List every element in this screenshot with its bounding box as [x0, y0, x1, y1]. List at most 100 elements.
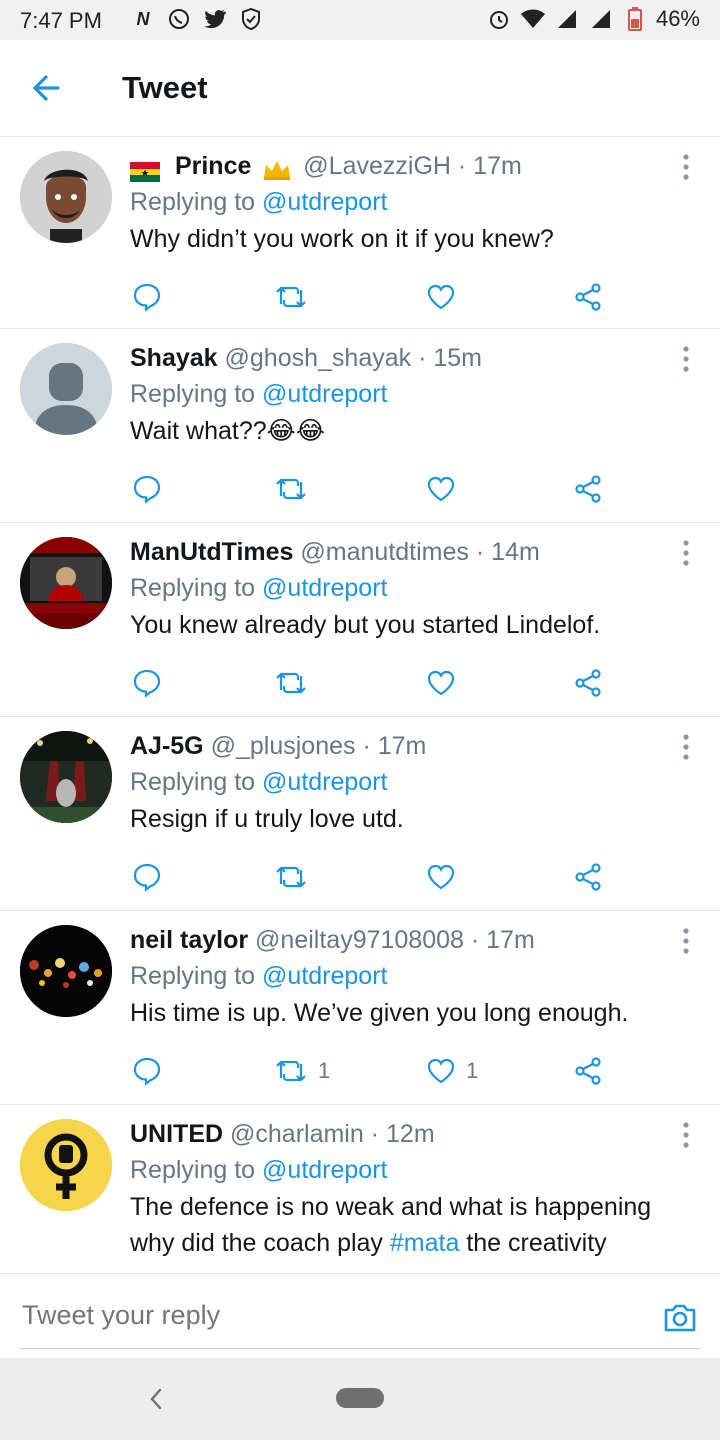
heart-icon: [427, 864, 455, 890]
reply-button[interactable]: [132, 281, 162, 313]
reply-button[interactable]: [132, 1055, 162, 1087]
system-nav-bar: [0, 1358, 720, 1440]
mention-link[interactable]: @utdreport: [262, 380, 387, 408]
like-count: 1: [466, 1058, 479, 1083]
share-button[interactable]: [573, 473, 603, 505]
tweet[interactable]: AJ-5G @_plusjones · 17m Replying to @utd…: [0, 717, 720, 911]
replying-to: Replying to @utdreport: [130, 375, 672, 413]
share-button[interactable]: [573, 861, 603, 893]
tweet-actions: [130, 473, 630, 505]
avatar[interactable]: [20, 731, 112, 823]
tweet-list[interactable]: Prince @LavezziGH · 17m Replying to @utd…: [0, 137, 720, 1272]
replying-to: Replying to @utdreport: [130, 183, 672, 221]
user-handle[interactable]: @manutdtimes: [300, 538, 469, 566]
more-options-icon[interactable]: [676, 927, 696, 955]
replying-to: Replying to @utdreport: [130, 569, 672, 607]
retweet-icon: [276, 286, 306, 308]
display-name[interactable]: neil taylor: [130, 926, 248, 954]
retweet-button[interactable]: [274, 473, 318, 505]
reply-button[interactable]: [132, 667, 162, 699]
replying-label: Replying to: [130, 768, 256, 796]
reply-input[interactable]: [20, 1294, 624, 1336]
share-button[interactable]: [573, 281, 603, 313]
retweet-icon: [276, 672, 306, 694]
mention-link[interactable]: @utdreport: [262, 574, 387, 602]
more-options-icon[interactable]: [676, 733, 696, 761]
alarm-icon: [486, 6, 512, 32]
user-handle[interactable]: @ghosh_shayak: [225, 344, 412, 372]
like-button[interactable]: [426, 473, 466, 505]
page-title: Tweet: [122, 70, 208, 105]
user-handle[interactable]: @_plusjones: [211, 732, 356, 760]
share-button[interactable]: [573, 1055, 603, 1087]
avatar[interactable]: [20, 537, 112, 629]
like-button[interactable]: [426, 667, 466, 699]
crown-icon: [262, 156, 292, 181]
reply-icon: [133, 669, 161, 698]
mention-link[interactable]: @utdreport: [262, 1156, 387, 1184]
heart-icon: [427, 284, 455, 310]
tweet[interactable]: ManUtdTimes @manutdtimes · 14m Replying …: [0, 523, 720, 717]
display-name[interactable]: UNITED: [130, 1120, 223, 1148]
retweet-icon: [276, 1060, 306, 1082]
tweet-actions: 1 1: [130, 1055, 630, 1087]
hashtag-link[interactable]: #mata: [390, 1229, 459, 1257]
signal-icon: [588, 6, 614, 32]
retweet-button[interactable]: [274, 861, 318, 893]
tweet-time: · 15m: [418, 344, 482, 372]
reply-icon: [133, 863, 161, 892]
input-underline: [20, 1348, 700, 1349]
tweet[interactable]: neil taylor @neiltay97108008 · 17m Reply…: [0, 911, 720, 1105]
share-icon: [575, 283, 601, 311]
share-button[interactable]: [573, 667, 603, 699]
more-options-icon[interactable]: [676, 153, 696, 181]
tweet-actions: [130, 667, 630, 699]
display-name[interactable]: Prince: [175, 152, 251, 180]
battery-icon: [622, 6, 648, 32]
replying-label: Replying to: [130, 574, 256, 602]
replying-to: Replying to @utdreport: [130, 957, 672, 995]
share-icon: [575, 863, 601, 891]
tweet[interactable]: Shayak @ghosh_shayak · 15m Replying to @…: [0, 329, 720, 523]
status-time: 7:47 PM: [20, 8, 102, 33]
more-options-icon[interactable]: [676, 539, 696, 567]
display-name[interactable]: AJ-5G: [130, 732, 204, 760]
reply-compose-bar: [0, 1273, 720, 1358]
mention-link[interactable]: @utdreport: [262, 962, 387, 990]
avatar[interactable]: [20, 1119, 112, 1211]
mention-link[interactable]: @utdreport: [262, 768, 387, 796]
user-handle[interactable]: @LavezziGH: [303, 152, 451, 180]
user-handle[interactable]: @neiltay97108008: [255, 926, 464, 954]
like-button[interactable]: [426, 281, 466, 313]
retweet-button[interactable]: [274, 667, 318, 699]
tweet[interactable]: Prince @LavezziGH · 17m Replying to @utd…: [0, 137, 720, 329]
replying-label: Replying to: [130, 1156, 256, 1184]
avatar[interactable]: [20, 925, 112, 1017]
user-handle[interactable]: @charlamin: [230, 1120, 364, 1148]
tweet-time: · 17m: [470, 926, 535, 954]
nav-back-icon[interactable]: [144, 1384, 168, 1414]
reply-button[interactable]: [132, 861, 162, 893]
tweet[interactable]: UNITED @charlamin · 12m Replying to @utd…: [0, 1105, 720, 1272]
whatsapp-icon: [166, 6, 192, 32]
avatar[interactable]: [20, 343, 112, 435]
tweet-time: · 17m: [362, 732, 427, 760]
camera-icon[interactable]: [662, 1300, 698, 1336]
retweet-button[interactable]: 1: [274, 1055, 330, 1087]
avatar[interactable]: [20, 151, 112, 243]
like-button[interactable]: [426, 861, 466, 893]
display-name[interactable]: Shayak: [130, 344, 218, 372]
nav-home-pill[interactable]: [336, 1388, 384, 1408]
mention-link[interactable]: @utdreport: [262, 188, 387, 216]
app-bar: Tweet: [0, 40, 720, 137]
like-button[interactable]: 1: [426, 1055, 478, 1087]
display-name[interactable]: ManUtdTimes: [130, 538, 293, 566]
replying-label: Replying to: [130, 380, 256, 408]
back-arrow-icon[interactable]: [28, 68, 68, 108]
more-options-icon[interactable]: [676, 1121, 696, 1149]
retweet-button[interactable]: [274, 281, 318, 313]
more-options-icon[interactable]: [676, 345, 696, 373]
reply-button[interactable]: [132, 473, 162, 505]
retweet-icon: [276, 478, 306, 500]
reply-icon: [133, 1057, 161, 1086]
